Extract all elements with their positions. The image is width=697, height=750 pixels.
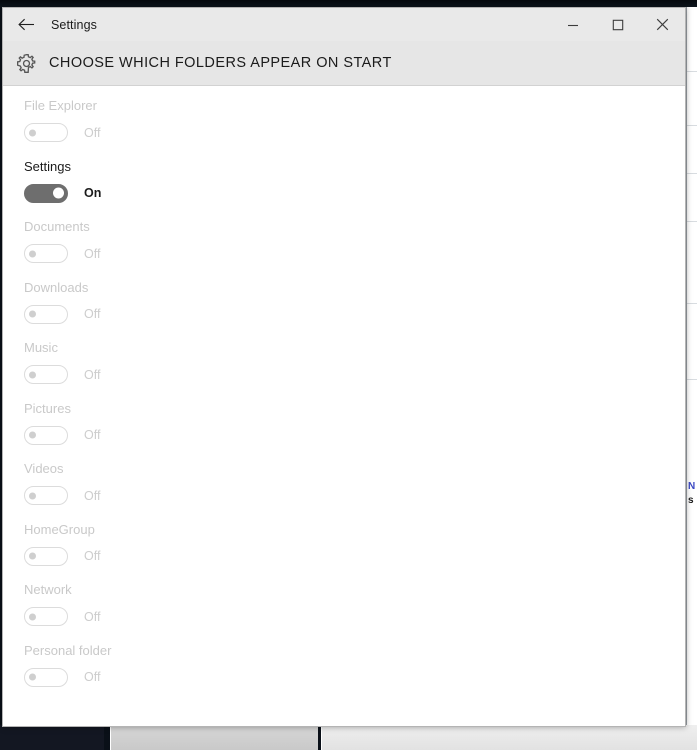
toggle-state-label: Off [84, 367, 101, 382]
toggle-state-label: Off [84, 307, 101, 321]
toggle-state-label: Off [84, 609, 101, 624]
page-header: CHOOSE WHICH FOLDERS APPEAR ON START [3, 41, 685, 86]
toggle-line: Off [24, 667, 685, 687]
window-controls [550, 8, 685, 41]
background-text-dark: s [688, 496, 694, 506]
taskbar-tile[interactable] [110, 725, 318, 750]
folder-row: HomeGroup Off [3, 522, 685, 583]
toggle-knob [53, 187, 64, 199]
folder-row: Documents Off [3, 219, 685, 280]
window-title-bar[interactable]: Settings [3, 8, 685, 41]
folder-label: Videos [24, 461, 64, 476]
page-title: CHOOSE WHICH FOLDERS APPEAR ON START [49, 55, 392, 71]
folder-toggle-switch[interactable] [24, 546, 68, 566]
toggle-knob [29, 310, 36, 318]
desktop-top-strip [0, 0, 697, 7]
toggle-line: On [24, 183, 685, 203]
toggle-line: Off [24, 123, 685, 142]
toggle-knob [29, 129, 36, 136]
back-arrow-icon[interactable] [3, 8, 49, 41]
folder-row: Personal folder Off [3, 643, 685, 704]
background-rule [687, 125, 697, 126]
folder-toggle-switch[interactable] [24, 304, 68, 324]
folder-row: Downloads Off [3, 280, 685, 341]
taskbar-left-region[interactable] [0, 725, 104, 750]
folder-label: HomeGroup [24, 521, 95, 537]
gear-icon [3, 53, 49, 74]
desktop-background: N s Settings CHOOSE WHICH FOLDERS APPEAR… [0, 0, 697, 750]
toggle-knob [29, 371, 36, 378]
background-text-blue: N [688, 482, 696, 492]
folder-label: File Explorer [24, 98, 97, 113]
folder-toggle-switch[interactable] [24, 607, 68, 626]
taskbar-tile[interactable] [321, 725, 697, 750]
toggle-state-label: On [84, 186, 102, 200]
toggle-state-label: Off [84, 488, 101, 503]
folder-label: Downloads [24, 279, 89, 295]
folder-row: Settings On [3, 159, 685, 220]
background-rule [687, 303, 697, 304]
folder-toggle-switch[interactable] [24, 244, 68, 263]
folder-label: Documents [24, 219, 90, 234]
background-rule [687, 221, 697, 222]
toggle-line: Off [24, 607, 685, 626]
toggle-knob [29, 673, 36, 681]
toggle-line: Off [24, 486, 685, 505]
toggle-knob [29, 492, 36, 499]
folder-toggle-switch[interactable] [24, 183, 68, 203]
folder-toggle-switch[interactable] [24, 123, 68, 142]
folder-row: Music Off [3, 340, 685, 401]
toggle-line: Off [24, 304, 685, 324]
toggle-state-label: Off [84, 125, 101, 140]
folder-list: File Explorer Off Settings On Documents Off Do… [3, 86, 685, 726]
toggle-knob [29, 613, 36, 620]
maximize-icon[interactable] [595, 8, 640, 41]
toggle-line: Off [24, 244, 685, 263]
folder-row: File Explorer Off [3, 98, 685, 159]
folder-toggle-switch[interactable] [24, 365, 68, 384]
folder-label: Settings [24, 158, 71, 174]
folder-label: Music [24, 340, 58, 355]
toggle-state-label: Off [84, 549, 101, 563]
toggle-line: Off [24, 425, 685, 445]
background-rule [687, 173, 697, 174]
folder-row: Videos Off [3, 461, 685, 522]
folder-toggle-switch[interactable] [24, 425, 68, 445]
folder-row: Pictures Off [3, 401, 685, 462]
toggle-line: Off [24, 546, 685, 566]
folder-label: Personal folder [24, 642, 112, 658]
background-rule [687, 379, 697, 380]
toggle-knob [29, 431, 36, 439]
window-title: Settings [51, 17, 97, 32]
toggle-line: Off [24, 365, 685, 384]
folder-label: Pictures [24, 400, 71, 416]
close-icon[interactable] [640, 8, 685, 41]
folder-toggle-switch[interactable] [24, 667, 68, 687]
toggle-state-label: Off [84, 246, 101, 261]
folder-toggle-switch[interactable] [24, 486, 68, 505]
toggle-knob [29, 552, 36, 560]
background-rule [687, 71, 697, 72]
toggle-knob [29, 250, 36, 257]
background-window-edge[interactable]: N s [686, 7, 697, 725]
toggle-state-label: Off [84, 428, 101, 442]
folder-row: Network Off [3, 582, 685, 643]
settings-window: Settings CHOOSE WHICH FOLDERS APPEAR ON … [2, 7, 686, 727]
toggle-state-label: Off [84, 670, 101, 684]
minimize-icon[interactable] [550, 8, 595, 41]
folder-label: Network [24, 582, 72, 597]
